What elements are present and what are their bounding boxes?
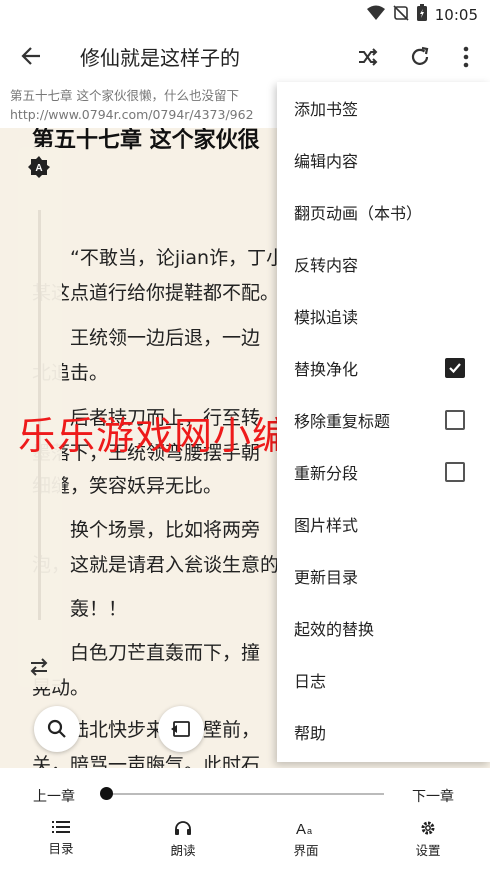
status-time: 10:05	[434, 5, 478, 24]
menu-item-label: 模拟追读	[294, 308, 359, 327]
menu-item-resegment[interactable]: 重新分段	[277, 446, 490, 498]
more-vert-icon	[463, 46, 469, 68]
prev-chapter-button[interactable]: 上一章	[33, 786, 75, 806]
menu-item-page-animation[interactable]: 翻页动画（本书）	[277, 186, 490, 238]
menu-item-replace-purify[interactable]: 替换净化	[277, 342, 490, 394]
menu-item-log[interactable]: 日志	[277, 654, 490, 706]
search-button[interactable]	[34, 706, 80, 752]
checkbox-unchecked[interactable]	[445, 410, 465, 430]
tab-read-aloud-label: 朗读	[170, 843, 196, 858]
no-sim-icon	[393, 4, 409, 25]
toc-icon	[52, 821, 70, 833]
reader-line: 王统领一边后退，一边	[70, 327, 261, 349]
search-icon	[47, 719, 66, 738]
reader-line: 换个场景，比如将两旁	[70, 519, 261, 541]
next-chapter-button[interactable]: 下一章	[412, 786, 454, 806]
reader-line: 某这点道行给你提鞋都不配。	[32, 282, 280, 304]
menu-item-image-style[interactable]: 图片样式	[277, 498, 490, 550]
font-size-icon: Aa	[296, 821, 312, 836]
chapter-info-url[interactable]: http://www.0794r.com/0794r/4373/962	[10, 105, 280, 124]
menu-item-label: 添加书签	[294, 100, 359, 119]
checkbox-unchecked[interactable]	[445, 462, 465, 482]
menu-item-label: 替换净化	[294, 360, 359, 379]
menu-item-label: 起效的替换	[294, 620, 375, 639]
tab-settings[interactable]: 设置	[393, 820, 463, 864]
battery-icon	[416, 4, 427, 25]
auto-page-button[interactable]	[158, 706, 204, 752]
menu-item-label: 日志	[294, 672, 327, 691]
refresh-icon	[411, 46, 429, 65]
menu-item-edit-content[interactable]: 编辑内容	[277, 134, 490, 186]
menu-item-label: 重新分段	[294, 464, 359, 483]
svg-text:a: a	[307, 826, 312, 836]
overflow-menu: 添加书签 编辑内容 翻页动画（本书） 反转内容 模拟追读 替换净化 移除重复标题…	[277, 82, 490, 762]
swap-icon[interactable]	[28, 656, 50, 678]
auto-page-icon	[171, 721, 190, 737]
menu-item-remove-duplicate-title[interactable]: 移除重复标题	[277, 394, 490, 446]
reader-line: 泡，这就是请君入瓮谈生意的	[32, 554, 280, 576]
menu-item-label: 图片样式	[294, 516, 359, 535]
menu-item-effective-replace[interactable]: 起效的替换	[277, 602, 490, 654]
menu-item-label: 更新目录	[294, 568, 359, 587]
svg-text:A: A	[35, 163, 42, 174]
reader-line: “不敢当，论jian诈，丁小	[70, 247, 286, 269]
book-title: 修仙就是这样子的	[80, 46, 240, 70]
menu-item-simulate-reading[interactable]: 模拟追读	[277, 290, 490, 342]
menu-item-reverse-content[interactable]: 反转内容	[277, 238, 490, 290]
shuffle-button[interactable]	[353, 42, 383, 72]
menu-item-label: 移除重复标题	[294, 412, 391, 431]
tab-interface[interactable]: Aa 界面	[271, 820, 341, 864]
chapter-seekbar[interactable]	[106, 793, 384, 795]
reader-line: 轰！！	[70, 598, 128, 620]
auto-brightness-icon[interactable]: A	[27, 155, 51, 179]
chapter-info: 第五十七章 这个家伙很懒，什么也没留下 http://www.0794r.com…	[10, 86, 280, 130]
wifi-icon	[366, 5, 385, 25]
menu-item-update-toc[interactable]: 更新目录	[277, 550, 490, 602]
menu-item-add-bookmark[interactable]: 添加书签	[277, 82, 490, 134]
back-button[interactable]	[16, 42, 46, 70]
reader-line: 白色刀芒直轰而下，撞	[70, 642, 261, 664]
tab-toc[interactable]: 目录	[26, 820, 96, 864]
menu-item-label: 翻页动画（本书）	[294, 204, 423, 223]
gear-icon	[421, 821, 435, 835]
reader-line: 关，暗骂一声晦气。此时石	[32, 754, 261, 768]
tab-read-aloud[interactable]: 朗读	[148, 820, 218, 864]
chapter-heading: 第五十七章 这个家伙很	[32, 128, 260, 153]
tab-interface-label: 界面	[293, 843, 319, 858]
seekbar-thumb[interactable]	[100, 787, 113, 800]
menu-item-label: 帮助	[294, 724, 327, 743]
app-bar: 修仙就是这样子的	[0, 28, 490, 84]
menu-item-help[interactable]: 帮助	[277, 706, 490, 758]
tab-settings-label: 设置	[415, 843, 441, 858]
chapter-info-title: 第五十七章 这个家伙很懒，什么也没留下	[10, 88, 239, 103]
shuffle-icon	[359, 48, 378, 66]
back-arrow-icon	[21, 47, 40, 65]
svg-text:A: A	[296, 821, 306, 836]
bottom-control-bar: 上一章 下一章 目录 朗读 Aa 界面 设置	[0, 768, 490, 871]
headphones-icon	[175, 821, 191, 835]
status-icons: 10:05	[366, 4, 478, 25]
more-button[interactable]	[451, 42, 481, 72]
menu-item-label: 编辑内容	[294, 152, 359, 171]
checkbox-checked[interactable]	[445, 358, 465, 378]
refresh-button[interactable]	[405, 42, 435, 72]
tab-toc-label: 目录	[48, 841, 74, 856]
menu-item-label: 反转内容	[294, 256, 359, 275]
status-bar: 10:05	[0, 0, 490, 28]
